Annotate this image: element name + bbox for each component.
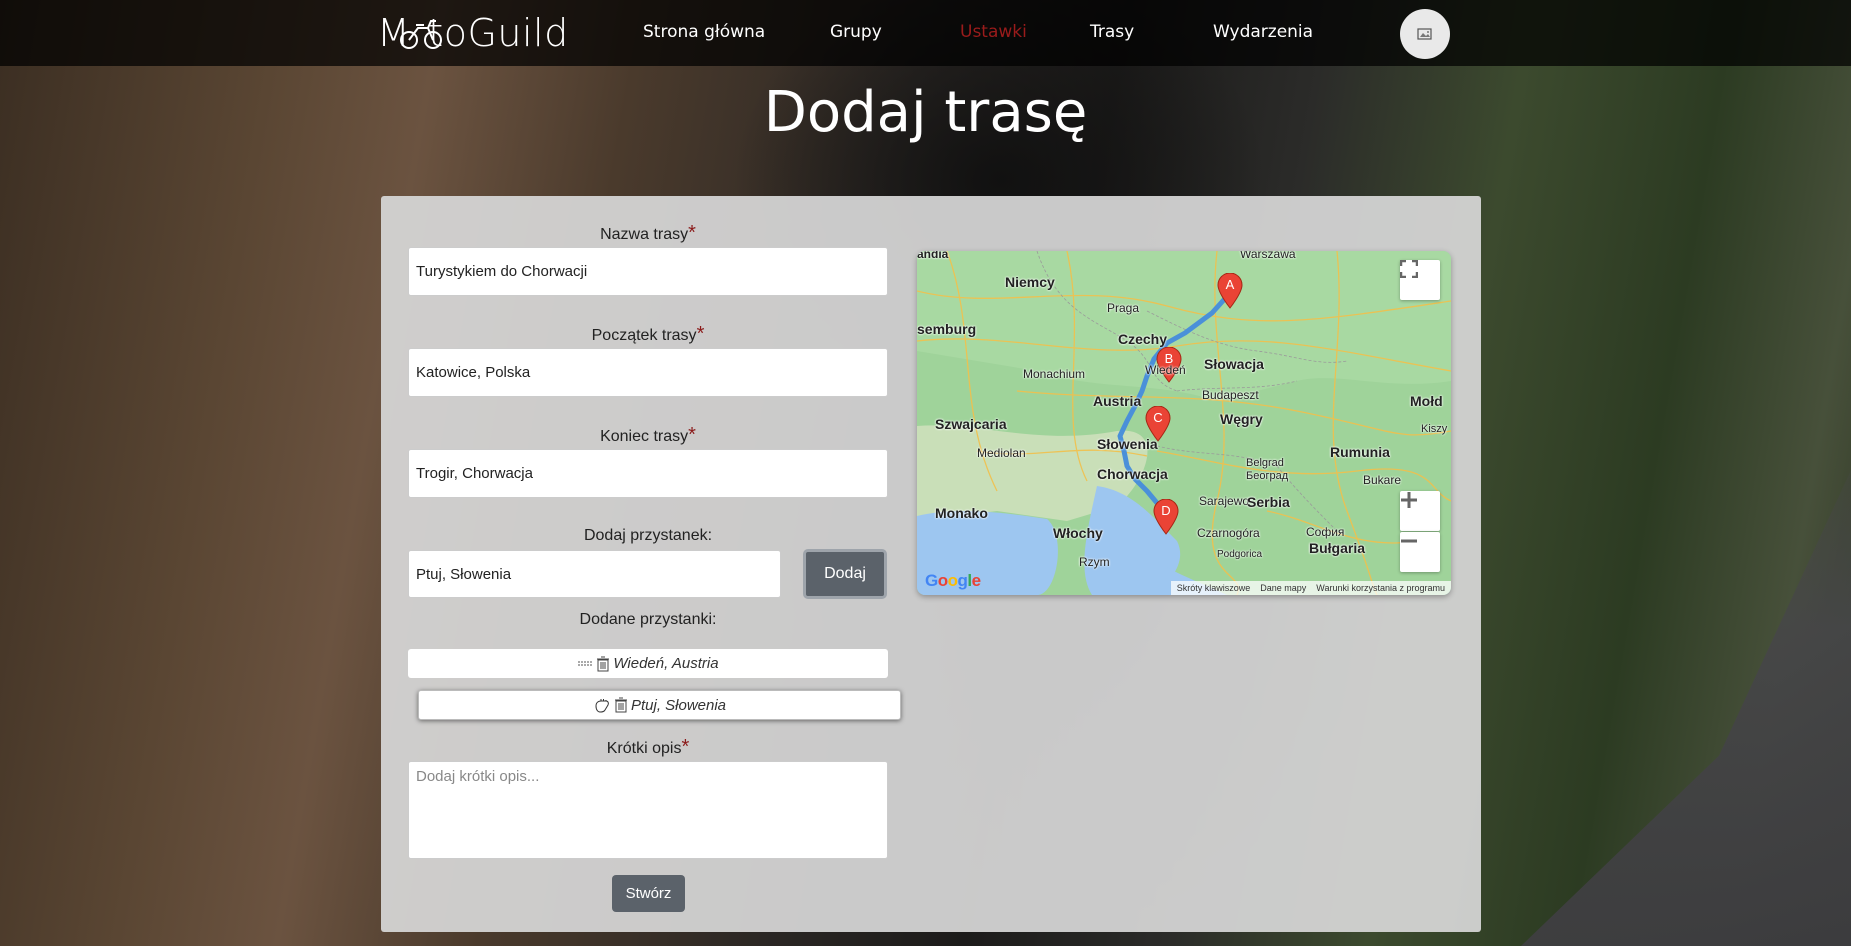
added-stops-label: Dodane przystanki:	[579, 611, 717, 628]
map-label: Kiszy	[1421, 423, 1448, 435]
map-label: Rzym	[1079, 555, 1110, 569]
image-icon	[1417, 28, 1432, 40]
profile-avatar-button[interactable]	[1400, 9, 1450, 59]
map-label: Czechy	[1118, 331, 1168, 347]
trash-icon[interactable]	[614, 697, 628, 713]
terms-link[interactable]: Warunki korzystania z programu	[1316, 583, 1445, 593]
keyboard-shortcuts-link[interactable]: Skróty klawiszowe	[1177, 583, 1251, 593]
brand-logo[interactable]: M toGuild	[377, 8, 569, 58]
route-end-input[interactable]: Trogir, Chorwacja	[408, 449, 888, 498]
map-marker-a[interactable]: A	[1217, 273, 1243, 309]
map-label: Warszawa	[1240, 251, 1296, 261]
nav-home[interactable]: Strona główna	[643, 22, 765, 42]
create-route-button[interactable]: Stwórz	[612, 875, 685, 912]
map-label: Bułgaria	[1309, 540, 1366, 556]
minus-icon	[1401, 539, 1417, 543]
map-label: Rumunia	[1330, 444, 1390, 460]
map-label: Podgorica	[1217, 549, 1263, 560]
stop-item[interactable]: Wiedeń, Austria	[408, 649, 888, 678]
background-road	[1521, 470, 1851, 946]
nav-meetups[interactable]: Ustawki	[960, 22, 1027, 42]
map-label: Włochy	[1053, 525, 1103, 541]
navbar: M toGuild Strona główna Grupy Ustawki Tr…	[0, 0, 1851, 66]
stop-item-dragging[interactable]: Ptuj, Słowenia	[418, 690, 901, 720]
description-label: Krótki opis*	[606, 736, 690, 758]
svg-text:A: A	[1226, 277, 1235, 292]
map-label: Szwajcaria	[935, 416, 1007, 432]
logo-text-end: toGuild	[428, 11, 569, 55]
map-attribution: Skróty klawiszowe Dane mapy Warunki korz…	[1170, 581, 1451, 595]
nav-routes[interactable]: Trasy	[1090, 22, 1134, 42]
stop-name: Ptuj, Słowenia	[630, 696, 727, 714]
map-marker-d[interactable]: D	[1153, 499, 1179, 535]
map-label: Czarnogóra	[1197, 526, 1260, 540]
map-label: Wiedeń	[1145, 363, 1186, 377]
zoom-out-button[interactable]	[1400, 532, 1440, 572]
add-stop-button[interactable]: Dodaj	[803, 549, 887, 599]
map-label: Monako	[935, 505, 988, 521]
stop-name: Wiedeń, Austria	[613, 655, 719, 672]
map-label: Monachium	[1023, 367, 1086, 381]
add-stop-input[interactable]: Ptuj, Słowenia	[408, 550, 781, 598]
route-start-label: Początek trasy*	[591, 323, 705, 345]
map-label: Mołd	[1410, 393, 1443, 409]
map-label: Budapeszt	[1202, 388, 1259, 402]
map-label: Austria	[1093, 393, 1142, 409]
nav-groups[interactable]: Grupy	[830, 22, 882, 42]
fullscreen-icon	[1400, 260, 1418, 278]
map-label: Sarajewo	[1199, 494, 1250, 508]
grab-hand-icon	[595, 699, 609, 713]
map-label: София	[1306, 525, 1345, 539]
drag-handle-icon[interactable]	[577, 660, 593, 668]
map-label: semburg	[917, 321, 977, 337]
plus-icon	[1401, 492, 1417, 508]
map-label: andia	[917, 251, 949, 261]
google-logo: Google	[925, 571, 981, 590]
svg-text:D: D	[1161, 503, 1170, 518]
map-label: Chorwacja	[1097, 466, 1168, 482]
fullscreen-button[interactable]	[1400, 260, 1440, 300]
map-data-link[interactable]: Dane mapy	[1260, 583, 1306, 593]
map-label: Mediolan	[977, 446, 1026, 460]
svg-text:C: C	[1153, 410, 1162, 425]
add-stop-label: Dodaj przystanek:	[583, 527, 713, 544]
route-name-label: Nazwa trasy*	[600, 222, 696, 244]
map-label: Praga	[1107, 301, 1140, 315]
trash-icon[interactable]	[596, 656, 610, 672]
map-label: Niemcy	[1005, 274, 1055, 290]
map-label: Bukare	[1363, 473, 1402, 487]
map-label: Słowenia	[1097, 436, 1158, 452]
map-label: Београд	[1246, 470, 1289, 482]
map-label: Belgrad	[1246, 457, 1284, 469]
map-label: Słowacja	[1204, 356, 1264, 372]
description-textarea[interactable]: Dodaj krótki opis...	[408, 761, 888, 859]
map-label: Serbia	[1247, 494, 1290, 510]
route-map[interactable]: A B C D andia Warszawa Niemcy Praga semb…	[917, 251, 1451, 595]
route-end-label: Koniec trasy*	[600, 424, 696, 446]
route-start-input[interactable]: Katowice, Polska	[408, 348, 888, 397]
route-name-input[interactable]: Turystykiem do Chorwacji	[408, 247, 888, 296]
page-title: Dodaj trasę	[763, 80, 1088, 145]
map-label: Węgry	[1220, 411, 1263, 427]
zoom-in-button[interactable]	[1400, 491, 1440, 531]
nav-events[interactable]: Wydarzenia	[1213, 22, 1313, 42]
